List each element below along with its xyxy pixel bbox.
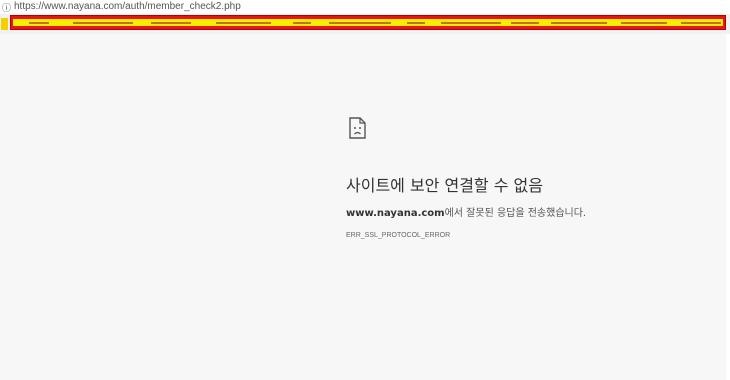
error-message: 에서 잘못된 응답을 전송했습니다. [444,208,587,219]
redacted-bookmarks-area [10,15,726,30]
error-title: 사이트에 보안 연결할 수 없음 [346,176,543,195]
redaction-mark [293,22,311,24]
error-host: www.nayana.com [346,208,445,219]
redaction-mark [29,22,49,24]
scrollbar-track[interactable] [726,34,730,380]
redaction-mark [73,22,133,24]
redaction-mark [511,22,539,24]
error-description: www.nayana.com에서 잘못된 응답을 전송했습니다. [346,204,586,219]
redaction-mark [441,22,501,24]
url-text[interactable]: https://www.nayana.com/auth/member_check… [14,1,241,12]
redaction-mark [551,22,607,24]
redaction-mark [407,22,425,24]
redaction-mark [681,22,721,24]
redaction-mark [329,22,391,24]
error-code: ERR_SSL_PROTOCOL_ERROR [346,232,451,239]
redaction-mark [621,22,667,24]
sad-document-icon [349,117,366,139]
address-bar[interactable]: ⓘ https://www.nayana.com/auth/member_che… [0,0,730,14]
info-icon[interactable]: ⓘ [2,1,11,14]
bookmark-star-icon[interactable] [1,18,8,30]
redaction-mark [216,22,271,24]
redaction-mark [151,22,191,24]
